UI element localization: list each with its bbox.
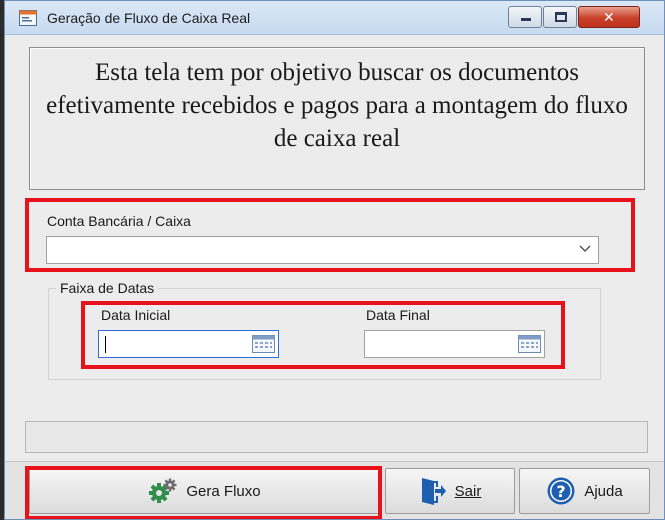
- exit-label: Sair: [454, 482, 482, 500]
- exit-door-icon: [421, 478, 446, 505]
- chevron-down-icon[interactable]: [578, 244, 592, 254]
- exit-button[interactable]: Sair: [385, 468, 515, 514]
- end-date-input[interactable]: [364, 330, 545, 358]
- gears-icon: [149, 478, 177, 503]
- close-button[interactable]: ✕: [578, 6, 640, 28]
- date-range-title: Faixa de Datas: [56, 280, 159, 296]
- window-app-icon: [19, 10, 37, 26]
- minimize-button[interactable]: [508, 6, 542, 28]
- calendar-icon[interactable]: [252, 335, 275, 353]
- end-date-label: Data Final: [366, 307, 430, 323]
- window-title: Geração de Fluxo de Caixa Real: [47, 10, 251, 26]
- svg-text:?: ?: [557, 482, 566, 501]
- close-icon: ✕: [603, 10, 615, 26]
- account-label: Conta Bancária / Caixa: [47, 213, 191, 229]
- main-window: Geração de Fluxo de Caixa Real ✕ Esta te…: [4, 0, 665, 520]
- description-text: Esta tela tem por objetivo buscar os doc…: [46, 59, 628, 152]
- start-date-label: Data Inicial: [101, 307, 171, 323]
- maximize-button[interactable]: [543, 6, 577, 28]
- start-date-input[interactable]: [98, 330, 279, 358]
- help-button[interactable]: ? Ajuda: [519, 468, 650, 514]
- generate-flow-button[interactable]: Gera Fluxo: [29, 468, 380, 514]
- status-bar: [25, 421, 648, 453]
- minimize-icon: [521, 18, 531, 21]
- text-caret: [105, 336, 106, 353]
- account-select[interactable]: [46, 236, 599, 264]
- help-question-icon: ?: [547, 477, 575, 505]
- calendar-icon[interactable]: [518, 335, 541, 353]
- maximize-icon: [555, 12, 567, 22]
- description-panel: Esta tela tem por objetivo buscar os doc…: [29, 47, 645, 190]
- generate-flow-label: Gera Fluxo: [186, 482, 261, 500]
- title-bar[interactable]: Geração de Fluxo de Caixa Real ✕: [5, 1, 664, 35]
- help-label: Ajuda: [584, 482, 623, 500]
